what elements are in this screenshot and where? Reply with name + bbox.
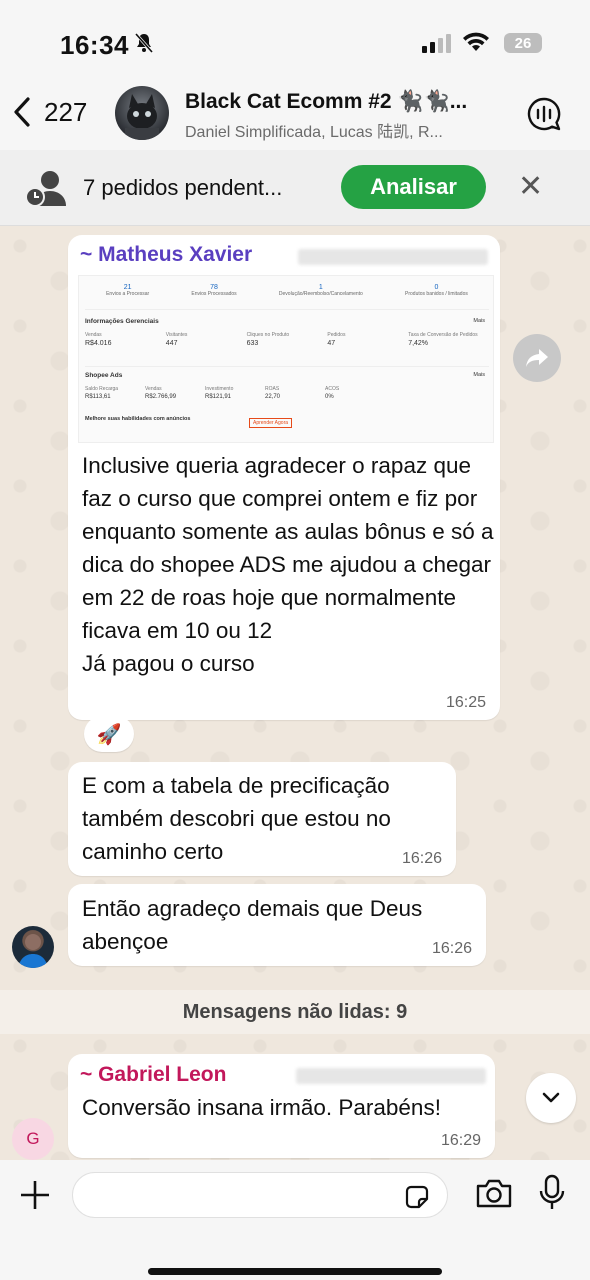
stat-value: 78 [210,284,218,291]
sender-name: ~ Gabriel Leon [80,1063,227,1086]
metric-value: R$121,91 [205,394,232,400]
chat-members[interactable]: Daniel Simplificada, Lucas 陆凯, R... [185,118,443,142]
status-bar: 16:34 26 [0,0,590,80]
metric-label: ROAS [265,386,280,392]
message-time: 16:26 [431,940,472,957]
sender-avatar[interactable] [12,926,54,968]
stat-value: 0 [434,284,439,291]
back-count: 227 [44,96,88,127]
wifi-icon [462,32,490,57]
metric-value: 0% [325,394,334,400]
scroll-to-bottom-button[interactable] [526,1073,576,1123]
unread-divider: Mensagens não lidas: 9 [0,990,590,1034]
status-time: 16:34 [60,30,129,60]
promo-text: Melhore suas habilidades com anúncios [85,416,191,422]
section-title: Shopee Ads [85,372,123,379]
metric-value: R$113,61 [85,394,111,400]
camera-icon[interactable] [475,1177,513,1214]
group-avatar[interactable] [115,86,169,140]
metric-label: ACOS [325,386,340,392]
stat-value: 1 [318,284,323,291]
voice-chat-icon[interactable] [526,96,562,137]
metric-label: Cliques no Produto [246,332,290,338]
forward-arrow-icon [526,349,548,367]
metric-label: Investimento [205,386,234,392]
muted-bell-icon [134,32,154,59]
metric-value: 7,42% [408,340,429,347]
metric-label: Saldo Recarga [85,386,119,392]
message-input[interactable] [72,1172,448,1218]
metric-label: Vendas [85,332,102,338]
metric-label: Pedidos [327,332,346,338]
section-title: Informações Gerenciais [85,318,159,325]
chat-title[interactable]: Black Cat Ecomm #2 🐈‍⬛🐈‍⬛... [185,90,467,114]
metric-value: 47 [327,340,336,347]
signal-icon [422,34,451,53]
blurred-phone [296,1068,486,1084]
chevron-down-icon [542,1092,560,1103]
reaction-badge[interactable]: 🚀 [84,716,134,752]
stat-label: Envios Processados [191,291,237,297]
blurred-phone [298,249,488,265]
message-time: 16:29 [440,1132,481,1149]
message-time: 16:26 [401,850,442,867]
forward-button[interactable] [513,334,561,382]
close-banner-icon[interactable]: ✕ [518,172,543,202]
pending-requests-text: 7 pedidos pendent... [83,175,283,200]
stat-label: Envios a Processar [106,291,150,297]
stat-label: Devolução/Reembolso/Cancelamento [278,291,363,297]
message-text: Conversão insana irmão. Parabéns! [82,1095,441,1120]
chat-header: 227 Black Cat Ecomm #2 🐈‍⬛🐈‍⬛... Daniel … [0,80,590,150]
metric-label: Taxa de Conversão de Pedidos [408,332,478,338]
message-bubble[interactable]: Então agradeço demais que Deus abençoe 1… [68,884,486,966]
microphone-icon[interactable] [538,1174,566,1217]
sender-name: ~ Matheus Xavier [80,243,253,266]
dashboard-screenshot[interactable]: 21 Envios a Processar 78 Envios Processado… [78,275,494,443]
metric-label: Visitantes [165,332,188,338]
message-time: 16:25 [445,694,486,711]
metric-value: 633 [246,340,259,347]
stat-value: 21 [123,284,132,291]
metric-label: Vendas [145,386,162,392]
metric-value: R$4.016 [85,340,112,347]
plus-icon[interactable] [18,1178,52,1217]
composer-bar [0,1160,590,1280]
analyze-button[interactable]: Analisar [341,165,486,209]
chevron-left-icon [14,97,30,127]
more-link: Mais [473,318,485,324]
back-button[interactable]: 227 [12,96,87,128]
message-bubble-matheus[interactable]: ~ Matheus Xavier 21 Envios a Processar 78… [68,235,500,720]
message-bubble-gabriel[interactable]: ~ Gabriel Leon Conversão insana irmão. P… [68,1054,495,1158]
message-text: Inclusive queria agradecer o rapaz que f… [82,453,494,676]
people-clock-icon [24,168,70,213]
more-link: Mais [473,372,485,378]
metric-value: 447 [165,340,178,347]
promo-button: Aprender Agora [249,418,293,428]
metric-value: R$2.766,99 [145,394,177,400]
pending-requests-banner: 7 pedidos pendent... Analisar ✕ [0,150,590,226]
sticker-icon[interactable] [403,1183,431,1216]
home-indicator [148,1268,442,1275]
sender-avatar[interactable]: G [12,1118,54,1160]
battery-indicator: 26 [504,33,542,53]
message-bubble[interactable]: E com a tabela de precificação também de… [68,762,456,876]
message-text: Então agradeço demais que Deus abençoe [82,896,423,954]
metric-value: 22,70 [265,394,281,400]
message-text: E com a tabela de precificação também de… [82,773,391,864]
stat-label: Produtos banidos / limitados [405,291,468,297]
